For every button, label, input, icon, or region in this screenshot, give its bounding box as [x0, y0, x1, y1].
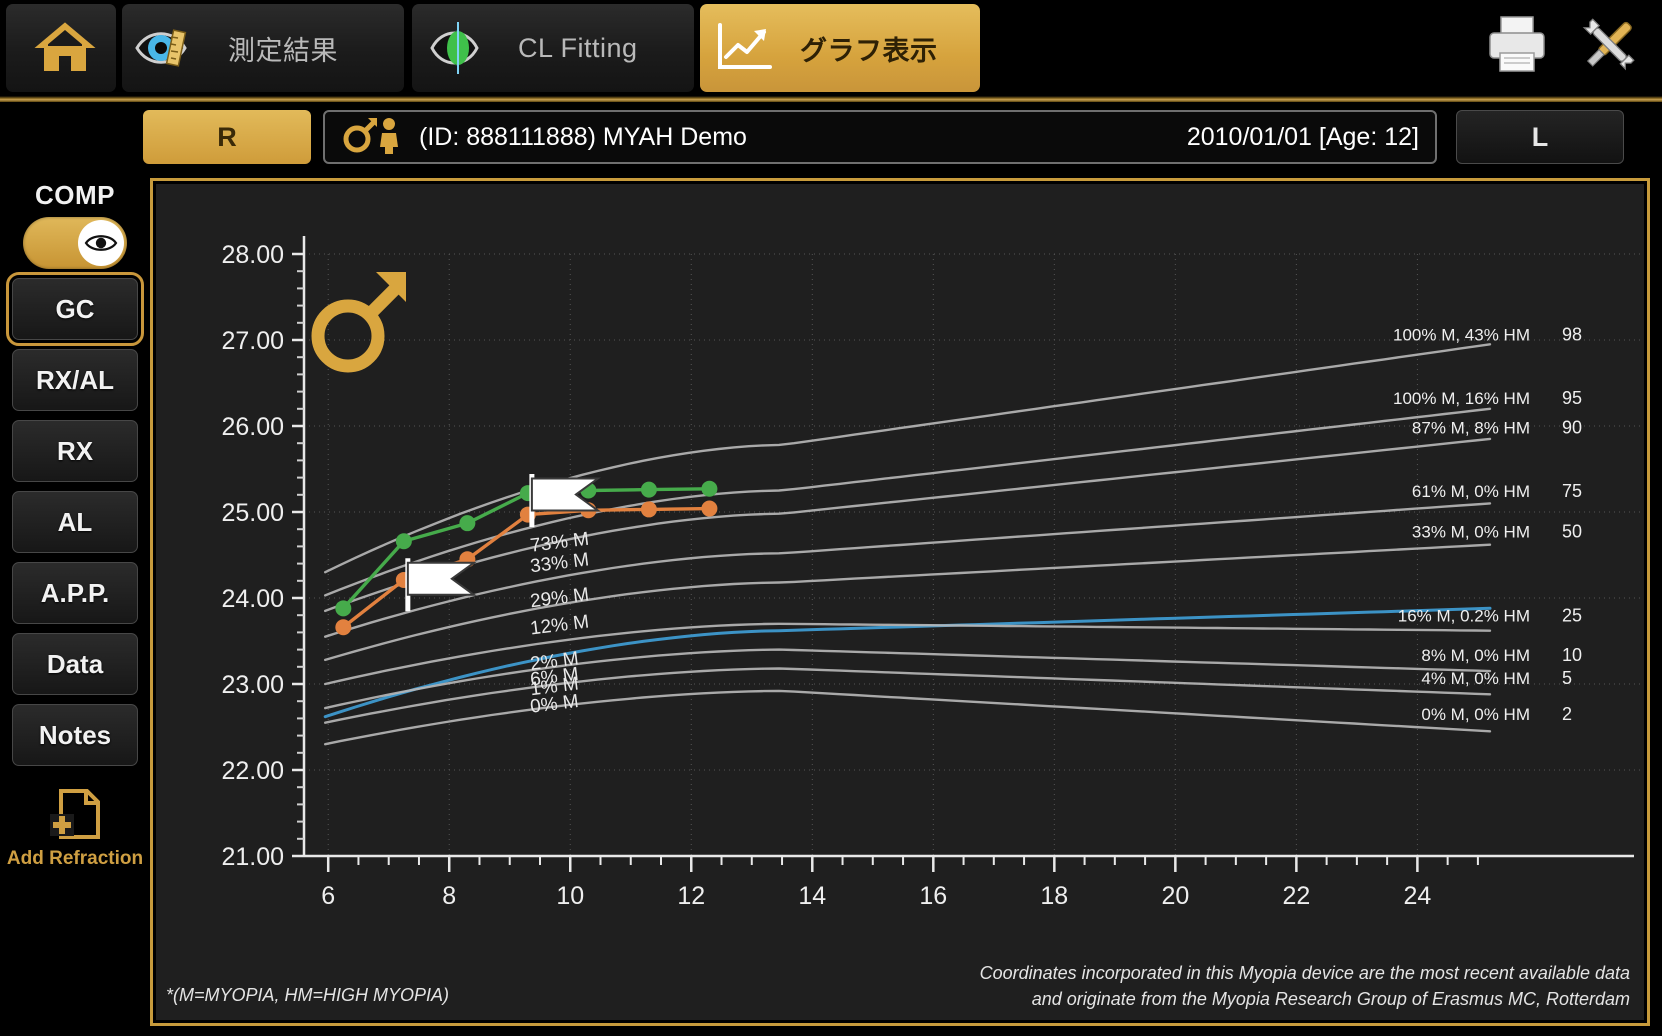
- svg-text:8% M, 0% HM: 8% M, 0% HM: [1421, 646, 1530, 665]
- nav-tab-graph-display-label: グラフ表示: [800, 29, 938, 68]
- svg-text:100% M, 43% HM: 100% M, 43% HM: [1393, 325, 1530, 344]
- home-icon: [28, 11, 102, 85]
- footer-note-right: Coordinates incorporated in this Myopia …: [980, 960, 1630, 1012]
- svg-text:12: 12: [677, 882, 705, 910]
- svg-text:50: 50: [1562, 522, 1582, 542]
- svg-text:28.00: 28.00: [221, 241, 284, 269]
- sidebar-item-gc[interactable]: GC: [12, 278, 138, 340]
- sidebar-item-rx-label: RX: [57, 436, 93, 467]
- patient-info-field[interactable]: (ID: 888111888) MYAH Demo 2010/01/01 [Ag…: [323, 110, 1437, 164]
- patient-bar: R (ID: 888111888) MYAH Demo 2010/01/01 […: [0, 104, 1662, 170]
- svg-text:16% M, 0.2% HM: 16% M, 0.2% HM: [1398, 606, 1530, 625]
- gold-divider: [0, 96, 1662, 102]
- top-right-icon-group: [1484, 12, 1644, 81]
- male-person-icon: [341, 115, 409, 160]
- svg-text:6: 6: [321, 882, 335, 910]
- eye-icon: [78, 220, 124, 266]
- svg-text:27.00: 27.00: [221, 327, 284, 355]
- left-eye-button[interactable]: L: [1456, 110, 1624, 164]
- sidebar-item-rx-al-label: RX/AL: [36, 365, 114, 396]
- tools-icon[interactable]: [1574, 12, 1644, 81]
- svg-text:22.00: 22.00: [221, 757, 284, 785]
- male-symbol-icon: [306, 264, 416, 384]
- sidebar-item-data[interactable]: Data: [12, 633, 138, 695]
- svg-text:8: 8: [442, 882, 456, 910]
- svg-text:10: 10: [556, 882, 584, 910]
- svg-text:21.00: 21.00: [221, 843, 284, 871]
- footer-note-left: *(M=MYOPIA, HM=HIGH MYOPIA): [166, 985, 449, 1006]
- chart-area: Axial Length R L Percentile AL [mm] Ag: [156, 184, 1644, 1020]
- svg-text:90: 90: [1562, 418, 1582, 438]
- nav-tab-measurement[interactable]: 測定結果: [122, 4, 404, 92]
- eye-lens-icon: [420, 11, 494, 85]
- sidebar-item-notes[interactable]: Notes: [12, 704, 138, 766]
- svg-text:75: 75: [1562, 481, 1582, 501]
- sidebar-item-data-label: Data: [47, 649, 103, 680]
- svg-text:22: 22: [1282, 882, 1310, 910]
- right-eye-button[interactable]: R: [143, 110, 311, 164]
- add-refraction-label: Add Refraction: [5, 848, 145, 870]
- footer-note-right-line2: and originate from the Myopia Research G…: [980, 986, 1630, 1012]
- comp-label: COMP: [0, 180, 150, 211]
- svg-text:2: 2: [1562, 704, 1572, 724]
- sidebar-item-notes-label: Notes: [39, 720, 111, 751]
- svg-text:26.00: 26.00: [221, 413, 284, 441]
- nav-tab-measurement-label: 測定結果: [228, 29, 338, 68]
- nav-tab-graph-display[interactable]: グラフ表示: [700, 4, 980, 92]
- sidebar-item-rx-al[interactable]: RX/AL: [12, 349, 138, 411]
- chart-panel: Axial Length R L Percentile AL [mm] Ag: [150, 178, 1650, 1026]
- svg-text:98: 98: [1562, 324, 1582, 344]
- footer-note-right-line1: Coordinates incorporated in this Myopia …: [980, 960, 1630, 986]
- svg-text:61% M, 0% HM: 61% M, 0% HM: [1412, 482, 1530, 501]
- svg-text:18: 18: [1040, 882, 1068, 910]
- svg-text:100% M, 16% HM: 100% M, 16% HM: [1393, 389, 1530, 408]
- sidebar-item-app-label: A.P.P.: [41, 578, 109, 609]
- sidebar-item-gc-label: GC: [56, 294, 95, 325]
- svg-text:16: 16: [919, 882, 947, 910]
- svg-text:24.00: 24.00: [221, 585, 284, 613]
- svg-text:23.00: 23.00: [221, 671, 284, 699]
- sidebar-item-app[interactable]: A.P.P.: [12, 562, 138, 624]
- sidebar-item-rx[interactable]: RX: [12, 420, 138, 482]
- svg-text:14: 14: [798, 882, 826, 910]
- svg-text:5: 5: [1562, 668, 1572, 688]
- left-sidebar: COMP GC RX/AL RX AL A.P.P. Data: [0, 176, 150, 1036]
- svg-text:33% M, 0% HM: 33% M, 0% HM: [1412, 523, 1530, 542]
- svg-text:20: 20: [1161, 882, 1189, 910]
- sidebar-item-al-label: AL: [58, 507, 93, 538]
- nav-tab-cl-fitting-label: CL Fitting: [518, 33, 638, 64]
- add-refraction-button[interactable]: Add Refraction: [5, 788, 145, 870]
- nav-tab-cl-fitting[interactable]: CL Fitting: [412, 4, 694, 92]
- svg-text:87% M, 8% HM: 87% M, 8% HM: [1412, 419, 1530, 438]
- patient-name-text: (ID: 888111888) MYAH Demo: [419, 123, 747, 152]
- svg-text:10: 10: [1562, 645, 1582, 665]
- graph-trend-icon: [708, 11, 782, 85]
- top-navigation-bar: 測定結果 CL Fitting グラフ表示: [0, 0, 1662, 100]
- document-add-icon: [47, 824, 103, 845]
- svg-text:95: 95: [1562, 388, 1582, 408]
- nav-tab-home[interactable]: [6, 4, 116, 92]
- application-window: 測定結果 CL Fitting グラフ表示: [0, 0, 1662, 1036]
- svg-text:25: 25: [1562, 605, 1582, 625]
- svg-text:4% M, 0% HM: 4% M, 0% HM: [1421, 669, 1530, 688]
- sidebar-item-al[interactable]: AL: [12, 491, 138, 553]
- svg-text:25.00: 25.00: [221, 499, 284, 527]
- svg-text:24: 24: [1403, 882, 1431, 910]
- comp-toggle[interactable]: [23, 217, 127, 269]
- svg-text:0% M, 0% HM: 0% M, 0% HM: [1421, 705, 1530, 724]
- patient-date-text: 2010/01/01 [Age: 12]: [1187, 123, 1419, 152]
- printer-icon[interactable]: [1484, 13, 1550, 80]
- eye-ruler-icon: [130, 11, 204, 85]
